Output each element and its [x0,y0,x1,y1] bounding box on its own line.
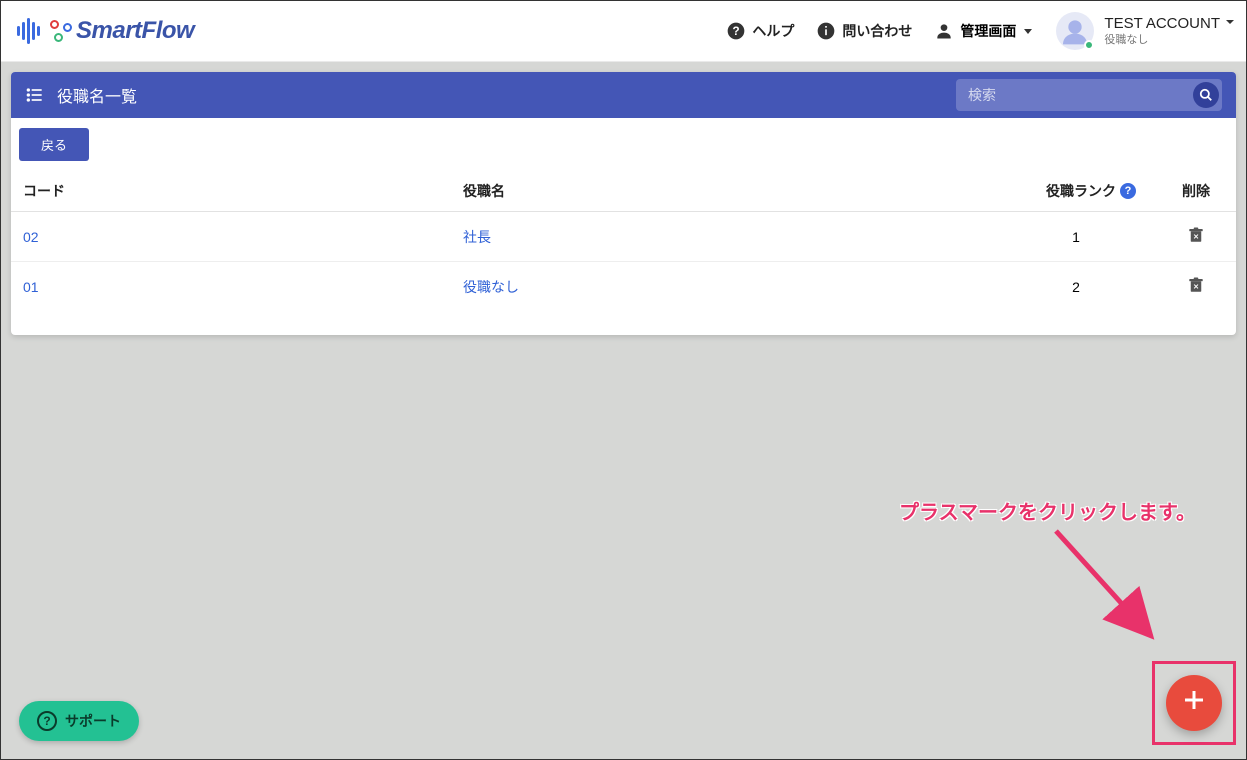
search-box [956,79,1222,111]
panel-toolbar: 戻る [11,118,1236,171]
col-code: コード [11,171,451,212]
help-label: ヘルプ [752,21,794,41]
app-header: SmartFlow ? ヘルプ 問い合わせ 管理画面 TEST ACCOUNT [1,1,1246,62]
annotation-arrow-icon [1046,521,1186,671]
table-row: 02 社長 1 ✕ [11,212,1236,262]
search-icon [1199,88,1213,102]
plus-icon [1182,686,1206,720]
table-row: 01 役職なし 2 ✕ [11,262,1236,312]
help-icon: ? [726,21,746,41]
account-role: 役職なし [1104,34,1236,46]
support-button[interactable]: ? サポート [19,701,139,741]
svg-text:✕: ✕ [1193,284,1199,291]
col-rank: 役職ランク ? [996,171,1156,212]
name-link[interactable]: 社長 [451,212,996,262]
brand-dots-icon [50,20,72,42]
add-button[interactable] [1166,675,1222,731]
panel-header: 役職名一覧 [11,72,1236,118]
contact-label: 問い合わせ [842,21,912,41]
code-link[interactable]: 01 [11,262,451,312]
panel-title: 役職名一覧 [57,83,137,107]
svg-text:✕: ✕ [1193,234,1199,241]
admin-label: 管理画面 [960,21,1016,41]
support-label: サポート [65,711,121,731]
svg-text:?: ? [733,25,740,38]
status-online-icon [1084,40,1094,50]
pulse-icon [17,18,40,44]
brand-text: SmartFlow [76,17,194,45]
annotation-text: プラスマークをクリックします。 [899,496,1196,525]
back-button[interactable]: 戻る [19,128,89,161]
help-icon[interactable]: ? [1120,183,1136,199]
content-panel: 役職名一覧 戻る コード 役職名 役職ランク ? 削除 [11,72,1236,335]
info-icon [816,21,836,41]
chevron-down-icon [1224,16,1236,33]
help-link[interactable]: ? ヘルプ [726,21,794,41]
positions-table: コード 役職名 役職ランク ? 削除 02 社長 1 ✕ [11,171,1236,311]
account-menu[interactable]: TEST ACCOUNT 役職なし [1056,12,1236,50]
rank-value: 2 [996,262,1156,312]
avatar [1056,12,1094,50]
search-input[interactable] [968,87,1193,103]
person-icon [934,21,954,41]
delete-icon[interactable]: ✕ [1187,226,1205,244]
col-name: 役職名 [451,171,996,212]
col-delete: 削除 [1156,171,1236,212]
delete-icon[interactable]: ✕ [1187,276,1205,294]
list-icon [25,85,45,105]
brand-name: SmartFlow [50,17,194,45]
admin-menu[interactable]: 管理画面 [934,21,1032,41]
rank-value: 1 [996,212,1156,262]
account-name: TEST ACCOUNT [1104,16,1220,33]
chevron-down-icon [1024,29,1032,34]
support-icon: ? [37,711,57,731]
brand-logo[interactable]: SmartFlow [17,17,194,45]
search-button[interactable] [1193,82,1219,108]
col-rank-label: 役職ランク [1046,181,1116,201]
name-link[interactable]: 役職なし [451,262,996,312]
contact-link[interactable]: 問い合わせ [816,21,912,41]
code-link[interactable]: 02 [11,212,451,262]
